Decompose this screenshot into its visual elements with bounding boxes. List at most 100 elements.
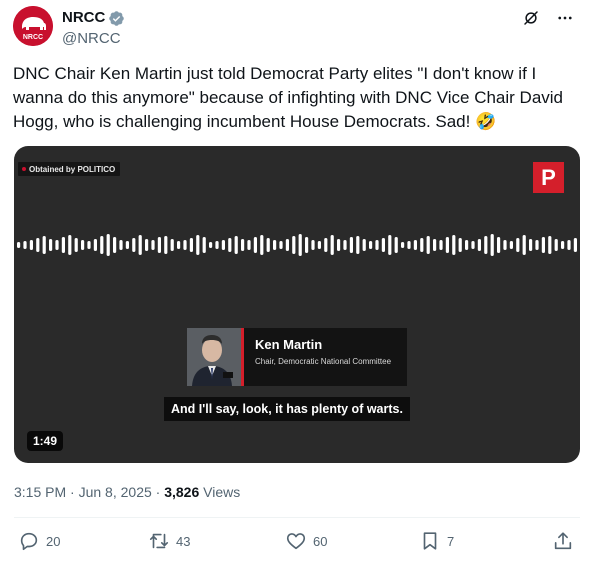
views-count: 3,826 [164, 484, 200, 500]
waveform-bar [311, 240, 315, 250]
video-duration: 1:49 [27, 431, 64, 451]
tweet-header: NRCC NRCC @NRCC [13, 6, 581, 50]
video-caption: And I'll say, look, it has plenty of war… [164, 397, 410, 421]
waveform-bar [228, 238, 232, 252]
waveform-bar [388, 235, 392, 255]
source-badge: Obtained by POLITICO [18, 162, 121, 176]
waveform-bar [567, 240, 571, 250]
waveform-bar [221, 240, 225, 250]
waveform-bar [196, 235, 200, 255]
bookmark-button[interactable]: 7 [419, 530, 454, 552]
waveform-bar [61, 237, 65, 253]
meta-separator-2: · [151, 484, 165, 500]
more-icon[interactable] [555, 8, 575, 28]
waveform-bar [273, 240, 277, 250]
waveform-bar [170, 239, 174, 251]
waveform-bar [394, 237, 398, 253]
waveform-bar [113, 237, 117, 253]
waveform-bar [177, 241, 181, 249]
waveform-bar [362, 239, 366, 251]
like-button[interactable]: 60 [285, 530, 327, 552]
waveform-bar [381, 238, 385, 252]
bookmark-count: 7 [447, 533, 455, 549]
waveform-bar [471, 241, 475, 249]
waveform-bar [407, 241, 411, 249]
waveform-bar [522, 235, 526, 255]
waveform-bar [241, 239, 245, 251]
waveform-bar [119, 240, 123, 250]
waveform-bar [561, 241, 565, 249]
heart-icon [286, 533, 306, 550]
waveform-bar [426, 236, 430, 254]
action-bar: 20 43 60 7 [14, 530, 580, 558]
waveform-bar [458, 238, 462, 252]
meta-separator: · [66, 484, 79, 500]
waveform-bar [74, 238, 78, 252]
grok-icon[interactable] [521, 8, 541, 28]
waveform-bar [477, 239, 481, 251]
waveform-bar [573, 238, 577, 252]
repost-button[interactable]: 43 [148, 530, 190, 552]
waveform-bar [106, 234, 110, 256]
waveform-bar [36, 238, 40, 252]
waveform-bar [324, 238, 328, 252]
waveform-bar [81, 240, 85, 250]
waveform-bar [516, 238, 520, 252]
waveform-bar [541, 237, 545, 253]
repost-icon [149, 533, 169, 549]
video-player[interactable]: Obtained by POLITICO P Ken Martin Chair,… [14, 146, 580, 463]
reply-icon [20, 532, 38, 551]
waveform-bar [433, 239, 437, 251]
waveform-bar [369, 241, 373, 249]
waveform-bar [420, 238, 424, 252]
waveform-bar [29, 240, 33, 250]
waveform-bar [100, 236, 104, 254]
lower-third: Ken Martin Chair, Democratic National Co… [187, 328, 407, 386]
waveform-bar [266, 238, 270, 252]
tweet-date[interactable]: Jun 8, 2025 [79, 484, 152, 500]
author-handle[interactable]: @NRCC [62, 29, 125, 49]
waveform-bar [138, 235, 142, 255]
share-icon [554, 532, 572, 550]
waveform-bar [42, 236, 46, 254]
waveform-bar [145, 239, 149, 251]
nrcc-logo-icon: NRCC [13, 6, 53, 46]
verified-badge-icon[interactable] [108, 10, 125, 27]
waveform-bar [87, 241, 91, 249]
waveform-bar [529, 239, 533, 251]
waveform-bar [189, 238, 193, 252]
waveform-bar [164, 236, 168, 254]
tweet-meta: 3:15 PM · Jun 8, 2025 · 3,826 Views [14, 483, 240, 501]
waveform-bar [279, 241, 283, 249]
like-count: 60 [313, 533, 328, 549]
waveform-bar [548, 236, 552, 254]
waveform-bar [157, 237, 161, 253]
waveform-bar [55, 240, 59, 250]
audio-waveform [17, 234, 577, 256]
share-button[interactable] [552, 530, 574, 552]
waveform-bar [375, 240, 379, 250]
author-display-name[interactable]: NRCC [62, 8, 105, 28]
waveform-bar [247, 240, 251, 250]
waveform-bar [497, 237, 501, 253]
waveform-bar [23, 241, 27, 249]
reply-button[interactable]: 20 [18, 530, 60, 552]
author-avatar[interactable]: NRCC [13, 6, 53, 46]
waveform-bar [202, 237, 206, 253]
waveform-bar [317, 241, 321, 249]
laughing-emoji-icon: 🤣 [475, 112, 497, 132]
tweet-time[interactable]: 3:15 PM [14, 484, 66, 500]
speaker-headshot [187, 328, 241, 386]
waveform-bar [503, 240, 507, 250]
waveform-bar [125, 241, 129, 249]
speaker-title: Chair, Democratic National Committee [255, 357, 392, 366]
waveform-bar [509, 241, 513, 249]
waveform-bar [330, 235, 334, 255]
waveform-bar [292, 236, 296, 254]
waveform-bar [209, 242, 213, 248]
source-badge-label: Obtained by POLITICO [29, 164, 116, 174]
actions-divider [14, 517, 580, 518]
waveform-bar [439, 240, 443, 250]
waveform-bar [337, 239, 341, 251]
waveform-bar [490, 234, 494, 256]
